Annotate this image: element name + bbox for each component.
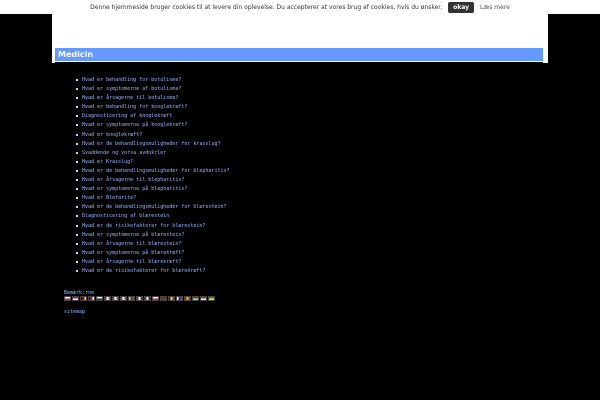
es-flag[interactable]	[184, 296, 191, 301]
article-link[interactable]: Hvad er årsagerne til blærestein?	[76, 240, 230, 249]
ro-flag[interactable]	[168, 296, 175, 301]
article-link[interactable]: Hvad er de risikofaktorer for blærestein…	[76, 222, 230, 231]
de-flag[interactable]	[80, 296, 87, 301]
fi-flag[interactable]	[96, 296, 103, 301]
hu-flag[interactable]	[112, 296, 119, 301]
page-title: Medicin	[55, 48, 543, 62]
cookie-banner: Denne hjemmeside bruger cookies til at l…	[0, 0, 600, 14]
article-link[interactable]: Hvad er symptomerne af botulisme?	[76, 85, 230, 94]
article-link[interactable]: Hvad er Krasslug?	[76, 158, 230, 167]
cookie-accept-button[interactable]: okay	[448, 1, 474, 13]
pl2-flag[interactable]	[152, 296, 159, 301]
article-link[interactable]: Hvad er knoglekræft?	[76, 131, 230, 140]
cookie-read-more-link[interactable]: Læs mere	[480, 4, 510, 11]
sitemap-link[interactable]: sitemap	[64, 309, 85, 315]
pl-flag[interactable]	[64, 296, 71, 301]
article-link[interactable]: Hvad er de behandlingsmuligheder for blæ…	[76, 203, 230, 212]
article-link[interactable]: Hvad er årsagerne til botulisme?	[76, 94, 230, 103]
article-link[interactable]: Hvad er symptomerne på blepharitis?	[76, 185, 230, 194]
pt-flag[interactable]	[160, 296, 167, 301]
header-area	[52, 14, 548, 48]
article-link[interactable]: Hvad er de behandlingsmuligheder for ble…	[76, 167, 230, 176]
article-link[interactable]: Diagnosticering af blærestein	[76, 212, 230, 221]
cookie-message: Denne hjemmeside bruger cookies til at l…	[90, 3, 443, 11]
se-flag[interactable]	[192, 296, 199, 301]
article-link-list: Hvad er behandling for botulisme? Hvad er…	[76, 76, 230, 276]
article-link[interactable]: Hvad er de behandlingsmuligheder for kra…	[76, 140, 230, 149]
article-link[interactable]: Hvad er årsagerne til blepharitis?	[76, 176, 230, 185]
article-link[interactable]: Svaddende og vorsa avdokrler	[76, 149, 230, 158]
article-link[interactable]: Hvad er symptomerne på blærestein?	[76, 231, 230, 240]
article-link[interactable]: Hvad er de risikofaktorer for blærekræft…	[76, 267, 230, 276]
article-link[interactable]: Hvad er årsagerne til blærekræft?	[76, 258, 230, 267]
article-link[interactable]: Hvad er behandling for botulisme?	[76, 76, 230, 85]
article-link[interactable]: Hvad er symptomerne på blærekræft?	[76, 249, 230, 258]
fr-flag[interactable]	[104, 296, 111, 301]
br-flag[interactable]	[208, 296, 215, 301]
article-link[interactable]: Hvad er symptomerne på knoglekræft?	[76, 121, 230, 130]
frame-right-border	[543, 48, 548, 63]
no-flag[interactable]	[144, 296, 151, 301]
language-flags	[64, 296, 215, 301]
article-link[interactable]: Hvad er behandling for knoglekræft?	[76, 103, 230, 112]
article-link[interactable]: Hvad er Blefarite?	[76, 194, 230, 203]
tr-flag[interactable]	[200, 296, 207, 301]
it-flag[interactable]	[120, 296, 127, 301]
dk-flag[interactable]	[72, 296, 79, 301]
nl-flag[interactable]	[136, 296, 143, 301]
article-link[interactable]: Diagnosticering af knoglekræft	[76, 112, 230, 121]
lt-flag[interactable]	[128, 296, 135, 301]
uk-flag[interactable]	[88, 296, 95, 301]
ru-flag[interactable]	[176, 296, 183, 301]
